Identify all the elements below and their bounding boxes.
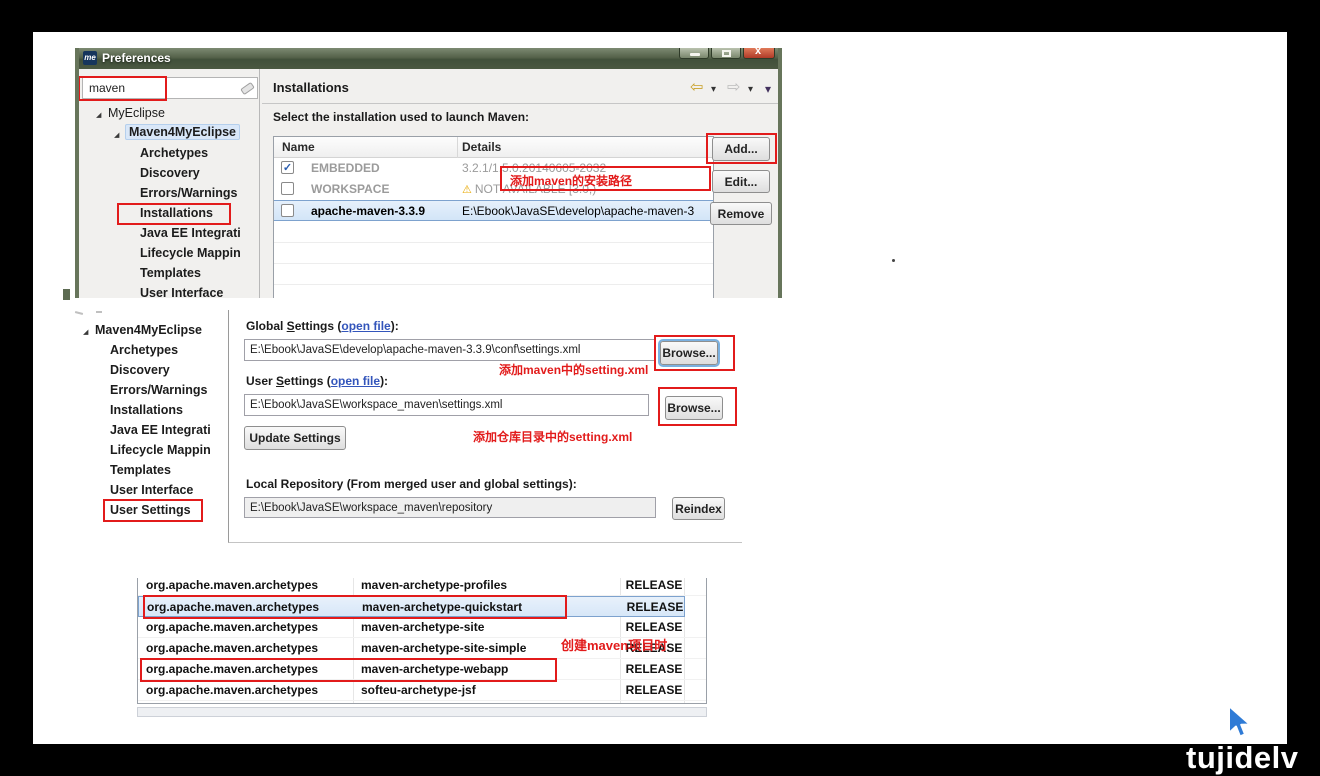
expander-icon[interactable]: ◢ (83, 328, 88, 336)
preferences-window: me Preferences x ◢ MyEclipse ◢ Maven4MyE… (75, 48, 782, 298)
column-header-name[interactable]: Name (282, 140, 315, 154)
sidebar-item-javaee[interactable]: Java EE Integrati (110, 423, 211, 437)
archetype-row-profiles[interactable]: org.apache.maven.archetypesmaven-archety… (138, 578, 706, 596)
checkbox-checked[interactable]: ✓ (281, 161, 294, 174)
annotation-box-user-settings (103, 499, 203, 522)
sidebar-item-archetypes[interactable]: Archetypes (110, 343, 178, 357)
annotation-box-browse-user (658, 387, 737, 426)
expander-icon[interactable]: ◢ (96, 111, 101, 119)
close-button[interactable]: x (743, 48, 775, 59)
page-title: Installations (273, 80, 349, 95)
sidebar-item-installations[interactable]: Installations (110, 403, 183, 417)
installations-table: Name Details ✓ EMBEDDED 3.2.1/1.5.0.2014… (273, 136, 714, 298)
checkbox-unchecked[interactable] (281, 204, 294, 217)
update-settings-button[interactable]: Update Settings (244, 426, 346, 450)
local-repository-field[interactable] (244, 497, 656, 518)
screenshot-canvas: me Preferences x ◢ MyEclipse ◢ Maven4MyE… (0, 0, 1320, 776)
divider (262, 103, 778, 104)
annotation-text: 添加仓库目录中的setting.xml (473, 428, 632, 445)
sidebar-item-errors-warnings[interactable]: Errors/Warnings (140, 186, 237, 200)
sidebar-item-lifecycle[interactable]: Lifecycle Mappin (110, 443, 211, 457)
user-settings-panel: Global Settings (open file): Browse... 添… (228, 310, 742, 543)
sidebar-item-maven4myeclipse[interactable]: Maven4MyEclipse (95, 323, 202, 337)
view-menu-icon[interactable]: ▾ (765, 82, 771, 96)
annotation-text: 添加maven的安装路径 (510, 172, 632, 189)
open-file-link[interactable]: open file (341, 319, 390, 333)
close-icon: x (755, 48, 761, 57)
back-icon[interactable]: ⇦ (690, 79, 703, 97)
global-settings-field[interactable] (244, 339, 656, 361)
minimize-button[interactable] (679, 48, 709, 59)
row-divider (274, 284, 713, 285)
sidebar-item-templates[interactable]: Templates (110, 463, 171, 477)
annotation-text: 添加maven中的setting.xml (499, 361, 648, 378)
sidebar-item-lifecycle[interactable]: Lifecycle Mappin (140, 246, 241, 260)
maximize-icon (722, 50, 731, 57)
column-divider (457, 137, 458, 158)
annotation-box-webapp (140, 658, 557, 682)
open-file-link[interactable]: open file (331, 374, 380, 388)
horizontal-scrollbar[interactable] (137, 707, 707, 717)
annotation-box-add (706, 133, 777, 164)
reindex-button[interactable]: Reindex (672, 497, 725, 520)
myeclipse-logo-icon: me (83, 51, 97, 65)
expander-icon[interactable]: ◢ (114, 131, 119, 139)
sidebar-item-maven4myeclipse[interactable]: Maven4MyEclipse (125, 125, 240, 139)
artifact-dot (892, 259, 895, 262)
sidebar-item-discovery[interactable]: Discovery (140, 166, 200, 180)
annotation-box-installations (117, 203, 231, 225)
column-header-details[interactable]: Details (462, 140, 501, 154)
table-header: Name Details (274, 137, 713, 158)
minimize-icon (690, 53, 700, 56)
instruction-text: Select the installation used to launch M… (273, 110, 529, 124)
checkbox-unchecked[interactable] (281, 182, 294, 195)
sidebar-item-myeclipse[interactable]: MyEclipse (108, 106, 165, 120)
table-row-apache-maven[interactable]: apache-maven-3.3.9 E:\Ebook\JavaSE\devel… (274, 200, 713, 221)
sidebar-item-discovery[interactable]: Discovery (110, 363, 170, 377)
maximize-button[interactable] (711, 48, 741, 59)
sidebar-item-javaee[interactable]: Java EE Integrati (140, 226, 241, 240)
mouse-cursor-icon (1227, 705, 1253, 743)
annotation-box-install-path: 添加maven的安装路径 (500, 166, 711, 191)
annotation-box-quickstart (143, 595, 567, 619)
annotation-text: 创建maven项目时 (561, 635, 667, 654)
annotation-box-browse-global (654, 335, 735, 371)
remove-button[interactable]: Remove (710, 202, 772, 225)
warning-icon: ⚠ (462, 184, 472, 196)
edit-button[interactable]: Edit... (712, 170, 770, 193)
row-divider (274, 242, 713, 243)
artifact-fragment (63, 289, 70, 300)
watermark-text: tujidelv (1186, 740, 1299, 776)
local-repository-label: Local Repository (From merged user and g… (246, 477, 577, 491)
forward-dropdown-icon[interactable]: ▾ (748, 84, 753, 95)
back-dropdown-icon[interactable]: ▾ (711, 84, 716, 95)
archetype-row-softeu-jsf[interactable]: org.apache.maven.archetypessofteu-archet… (138, 680, 706, 701)
archetype-table: org.apache.maven.archetypesmaven-archety… (137, 578, 707, 704)
sidebar-item-archetypes[interactable]: Archetypes (140, 146, 208, 160)
sidebar-item-errors-warnings[interactable]: Errors/Warnings (110, 383, 207, 397)
user-settings-label: User Settings (open file): (246, 374, 388, 388)
sidebar-item-user-interface[interactable]: User Interface (110, 483, 193, 497)
artifact-mark (96, 311, 102, 313)
global-settings-label: Global Settings (open file): (246, 319, 399, 333)
sidebar-item-templates[interactable]: Templates (140, 266, 201, 280)
window-title: Preferences (102, 51, 171, 65)
titlebar[interactable]: me Preferences x (75, 48, 782, 69)
user-settings-field[interactable] (244, 394, 649, 416)
divider (259, 69, 260, 298)
annotation-box-search (78, 76, 167, 101)
forward-icon[interactable]: ⇨ (727, 79, 740, 97)
sidebar-item-user-interface[interactable]: User Interface (140, 286, 223, 298)
row-divider (274, 263, 713, 264)
